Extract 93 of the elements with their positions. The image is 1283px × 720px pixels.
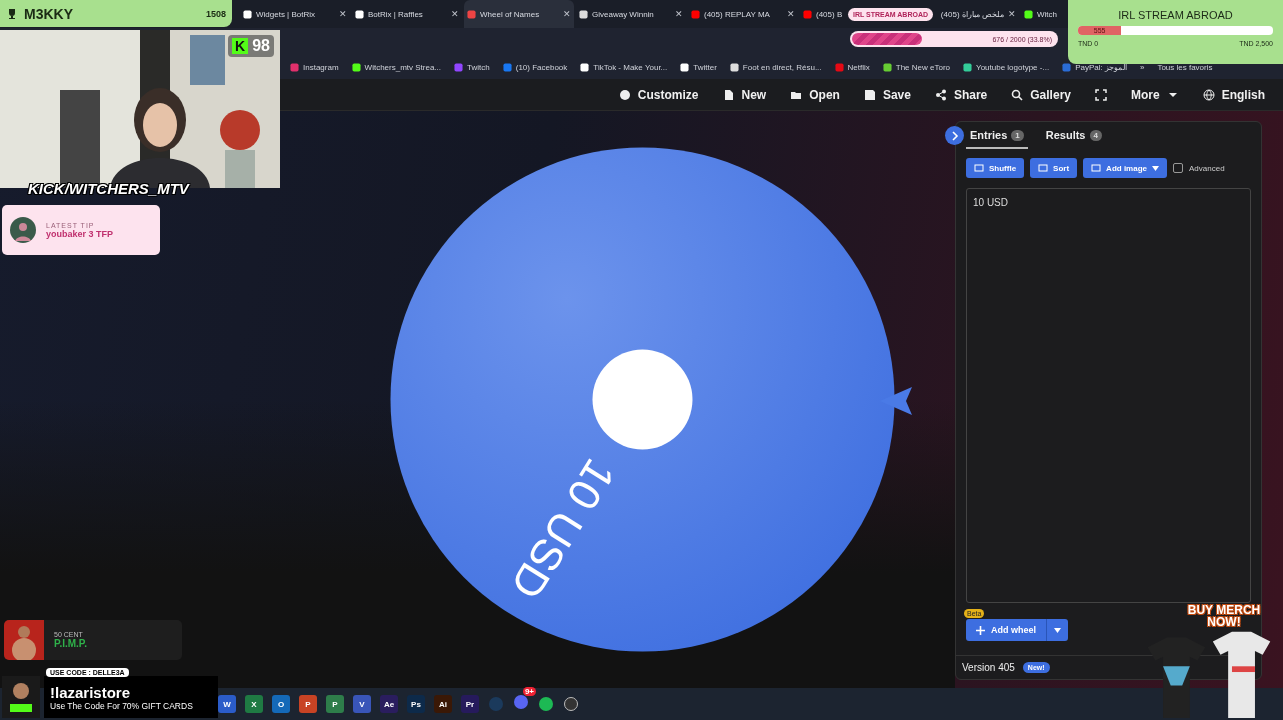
chevron-icon (950, 130, 959, 141)
site-icon (579, 9, 588, 19)
channel-name: KICK/WITCHERS_MTV (28, 180, 189, 197)
close-icon[interactable]: ✕ (1008, 9, 1016, 19)
toolbar-button[interactable]: Gallery (1011, 87, 1071, 102)
taskbar-app[interactable]: Ae (380, 695, 398, 713)
close-icon[interactable]: ✕ (451, 9, 459, 19)
panel-button[interactable]: Add image (1083, 158, 1167, 178)
merch-text: BUY MERCH NOW! (1186, 604, 1262, 628)
caret-icon (1054, 627, 1061, 633)
taskbar-app[interactable]: V (353, 695, 371, 713)
caret-icon (1152, 165, 1159, 171)
version-label: Version 405 (962, 662, 1015, 673)
site-icon (803, 9, 812, 19)
bookmark[interactable]: Witchers_mtv Strea... (351, 62, 442, 72)
dropdown-button[interactable] (1046, 619, 1068, 641)
plus-icon (976, 625, 985, 635)
all-bookmarks[interactable]: Tous les favoris (1157, 62, 1213, 72)
taskbar-app[interactable]: X (245, 695, 263, 713)
close-icon[interactable]: ✕ (787, 9, 795, 19)
taskbar-app[interactable]: Ai (434, 695, 452, 713)
site-icon (243, 9, 252, 19)
toolbar-button[interactable]: Customize (618, 87, 699, 102)
browser-tab[interactable]: Wheel of Names ✕ (464, 0, 574, 28)
search-icon (1011, 88, 1024, 101)
avatar (10, 217, 36, 243)
record-icon[interactable] (563, 696, 579, 712)
bookmark[interactable]: PayPal: الموجز (1062, 62, 1127, 72)
bookmark[interactable]: The New eToro (882, 62, 951, 72)
site-icon (467, 9, 476, 19)
bookmark[interactable]: Instagram (290, 62, 339, 72)
toolbar-button[interactable]: More (1131, 87, 1179, 102)
taskbar-app[interactable]: Ps (407, 695, 425, 713)
promo-name: !lazaristore (50, 684, 132, 701)
advanced-label: Advanced (1189, 163, 1225, 173)
browser-tab[interactable]: BotRix | Raffles ✕ (352, 0, 462, 28)
leader-name: M3KKY (24, 5, 74, 22)
bookmark[interactable]: Netflix (834, 62, 870, 72)
browser-tab[interactable]: Witch (1021, 0, 1061, 28)
close-icon[interactable]: ✕ (339, 9, 347, 19)
more-bookmarks[interactable]: » (1139, 62, 1145, 72)
promo-text: Use The Code For 70% GIFT CARDS (50, 701, 194, 711)
file-icon (722, 88, 735, 101)
toolbar-button[interactable]: Share (934, 87, 988, 102)
bookmark[interactable]: Twitter (680, 62, 717, 72)
panel-tab[interactable]: Entries 1 (966, 123, 1028, 149)
toolbar-button[interactable]: Save (863, 87, 911, 102)
bookmark[interactable]: TikTok - Make Your... (580, 62, 668, 72)
kick-logo: K (232, 38, 249, 54)
bookmark[interactable]: Twitch (454, 62, 490, 72)
viewer-number: 98 (252, 37, 270, 55)
bookmark[interactable]: Youtube logotype -... (963, 62, 1050, 72)
browser-tab[interactable]: Widgets | BotRix ✕ (240, 0, 350, 28)
advanced-checkbox[interactable] (1173, 163, 1183, 173)
save-icon (863, 88, 876, 101)
panel-button[interactable]: Shuffle (966, 158, 1025, 178)
count-badge: 1 (1011, 129, 1024, 141)
browser-tab[interactable]: (405) B (800, 0, 846, 28)
browser-tab[interactable]: Giveaway Winnin ✕ (576, 0, 686, 28)
add-wheel-button[interactable]: Add wheel (966, 619, 1046, 641)
site-icon (729, 62, 739, 72)
toolbar-button[interactable]: New (722, 87, 767, 102)
site-icon (355, 9, 364, 19)
leader-score: 1508 (205, 8, 226, 19)
collapse-button[interactable] (945, 126, 964, 145)
goal-title: IRL STREAM ABROAD (1117, 9, 1234, 21)
site-icon (963, 62, 973, 72)
taskbar-app[interactable]: P (326, 695, 344, 713)
browser-tab[interactable]: (405) REPLAY MA ✕ (688, 0, 798, 28)
share-icon (934, 88, 947, 101)
close-icon[interactable]: ✕ (675, 9, 683, 19)
count-badge: 4 (1089, 129, 1102, 141)
entries-field[interactable]: 10 USD (966, 188, 1251, 603)
bookmark[interactable]: (10) Facebook (502, 62, 568, 72)
song-title: P.I.M.P. (54, 638, 87, 649)
panel-button[interactable]: Sort (1030, 158, 1078, 178)
taskbar-app[interactable]: W (218, 695, 236, 713)
fullscreen-icon[interactable] (1095, 88, 1107, 101)
taskbar-app[interactable]: P (299, 695, 317, 713)
bookmark[interactable]: Foot en direct, Résu... (729, 62, 822, 72)
site-icon (691, 9, 700, 19)
globe-icon (1202, 88, 1215, 101)
browser-tab[interactable]: ملخص مباراة (405) ✕ (935, 0, 1019, 28)
toolbar-button[interactable]: Open (790, 87, 840, 102)
close-icon[interactable]: ✕ (563, 9, 571, 19)
trophy-icon (6, 7, 18, 20)
panel-tab[interactable]: Results 4 (1041, 123, 1106, 149)
site-icon (1024, 9, 1033, 19)
taskbar-app[interactable]: O (272, 695, 290, 713)
notification-badge: 9+ (522, 687, 536, 696)
toolbar-button[interactable]: English (1202, 87, 1265, 102)
tip-text: youbaker 3 TFP (46, 228, 114, 239)
taskbar-app[interactable]: Pr (461, 695, 479, 713)
